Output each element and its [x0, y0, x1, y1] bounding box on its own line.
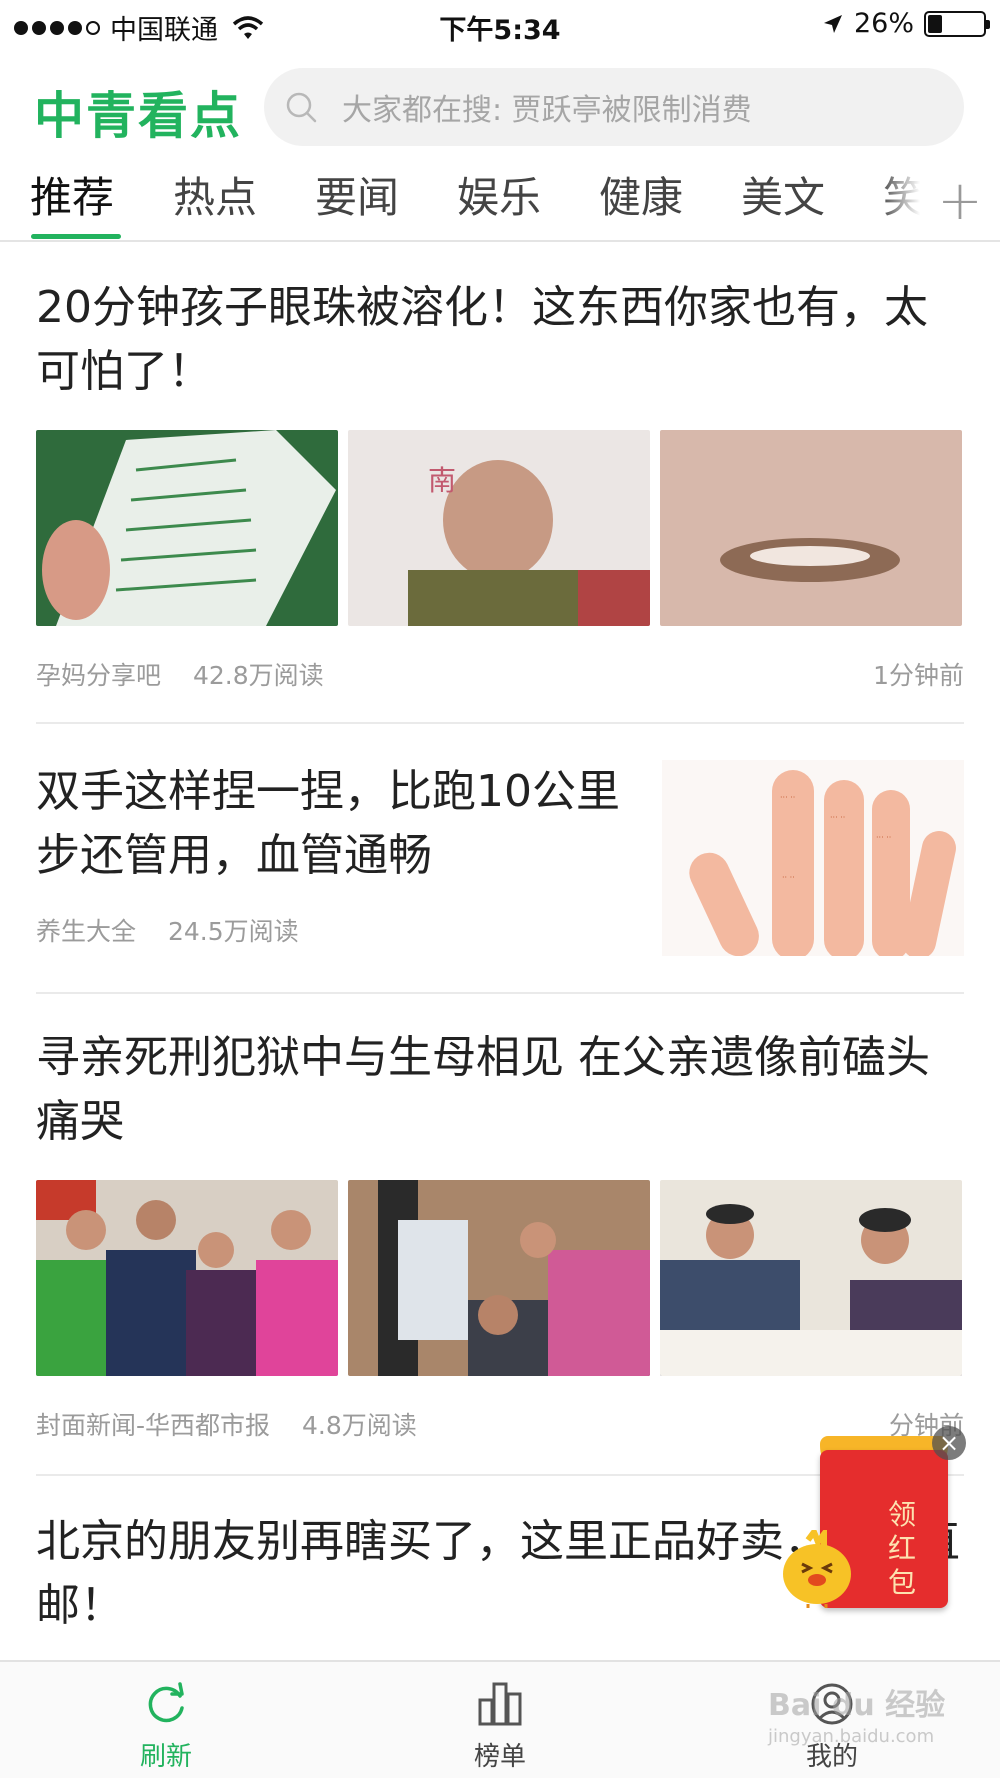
battery-icon [924, 10, 990, 37]
tab-recommend[interactable]: 推荐 [30, 164, 114, 225]
location-arrow-icon [823, 14, 842, 33]
article-time: 1分钟前 [873, 661, 964, 690]
search-icon [286, 92, 317, 123]
nav-ranking-label: 榜单 [473, 1742, 526, 1772]
article-reads: 4.8万阅读 [301, 1411, 417, 1440]
article-source: 孕妈分享吧 [36, 661, 162, 690]
svg-text:·· ··: ·· ·· [782, 873, 795, 882]
chick-mascot-icon [783, 1530, 851, 1608]
search-placeholder: 大家都在搜: 贾跃亭被限制消费 [342, 93, 752, 128]
article-thumbnails [36, 1180, 964, 1376]
article-image [348, 1180, 650, 1376]
tab-news[interactable]: 要闻 [315, 164, 399, 225]
tab-essay[interactable]: 美文 [741, 164, 825, 225]
watermark-url: jingyan.baidu.com [768, 1726, 935, 1747]
divider [36, 722, 964, 724]
status-bar: 中国联通 下午5:34 26% [0, 0, 1000, 52]
tab-entertainment[interactable]: 娱乐 [457, 164, 541, 225]
article-meta: 孕妈分享吧 42.8万阅读 1分钟前 [36, 656, 964, 692]
category-tabs: 推荐 热点 要闻 娱乐 健康 美文 笑 + [0, 160, 1000, 242]
article-image [36, 1180, 338, 1376]
battery-percent: 26% [853, 8, 914, 39]
add-tab-button[interactable]: + [920, 160, 1000, 240]
article-card-1[interactable]: 20分钟孩子眼珠被溶化！这东西你家也有，太可怕了！ 南 孕妈分享吧 42.8万阅… [36, 276, 964, 692]
active-tab-indicator [31, 234, 121, 239]
article-image: ··· ·· ··· ·· ··· ·· ·· ·· [662, 760, 964, 956]
app-logo: 中青看点 [34, 87, 242, 145]
svg-text:··· ··: ··· ·· [876, 833, 891, 842]
nav-ranking[interactable]: 榜单 [430, 1680, 570, 1773]
article-image [660, 1180, 962, 1376]
status-right: 26% [822, 8, 990, 39]
watermark-title: Bai du 经验 [768, 1688, 946, 1723]
article-card-2[interactable]: 双手这样捏一捏，比跑10公里步还管用，血管通畅 养生大全 24.5万阅读 ···… [36, 760, 964, 956]
svg-text:··· ··: ··· ·· [830, 813, 845, 822]
baidu-watermark: Bai du 经验 jingyan.baidu.com [768, 1680, 978, 1770]
article-reads: 42.8万阅读 [192, 661, 324, 690]
article-thumbnails: 南 [36, 430, 964, 626]
red-packet-button[interactable]: 领红包 × [780, 1406, 966, 1616]
divider [36, 992, 964, 994]
article-title[interactable]: 双手这样捏一捏，比跑10公里步还管用，血管通畅 [36, 760, 626, 888]
refresh-icon [148, 1682, 184, 1723]
ranking-icon [478, 1682, 522, 1726]
nav-refresh[interactable]: 刷新 [96, 1680, 236, 1773]
red-packet-label: 领红包 [887, 1498, 916, 1599]
article-image [36, 430, 338, 626]
article-source: 封面新闻-华西都市报 [36, 1411, 271, 1440]
search-input[interactable]: 大家都在搜: 贾跃亭被限制消费 [264, 68, 964, 146]
article-image: 南 [348, 430, 650, 626]
nav-refresh-label: 刷新 [139, 1742, 192, 1772]
tab-health[interactable]: 健康 [599, 164, 683, 225]
svg-text:南: 南 [428, 464, 456, 497]
article-title[interactable]: 20分钟孩子眼珠被溶化！这东西你家也有，太可怕了！ [36, 276, 964, 404]
article-reads: 24.5万阅读 [167, 917, 299, 946]
close-icon[interactable]: × [932, 1426, 966, 1460]
battery-fill [928, 14, 943, 33]
svg-text:··· ··: ··· ·· [780, 793, 795, 802]
article-source: 养生大全 [36, 917, 137, 946]
article-image [660, 430, 962, 626]
article-meta: 养生大全 24.5万阅读 [36, 912, 626, 948]
tab-hot[interactable]: 热点 [173, 164, 257, 225]
article-card-3[interactable]: 寻亲死刑犯狱中与生母相见 在父亲遗像前磕头痛哭 封面新闻-华西都市报 4.8万阅… [36, 1026, 964, 1442]
header: 中青看点 大家都在搜: 贾跃亭被限制消费 [0, 62, 1000, 150]
article-title[interactable]: 寻亲死刑犯狱中与生母相见 在父亲遗像前磕头痛哭 [36, 1026, 964, 1154]
